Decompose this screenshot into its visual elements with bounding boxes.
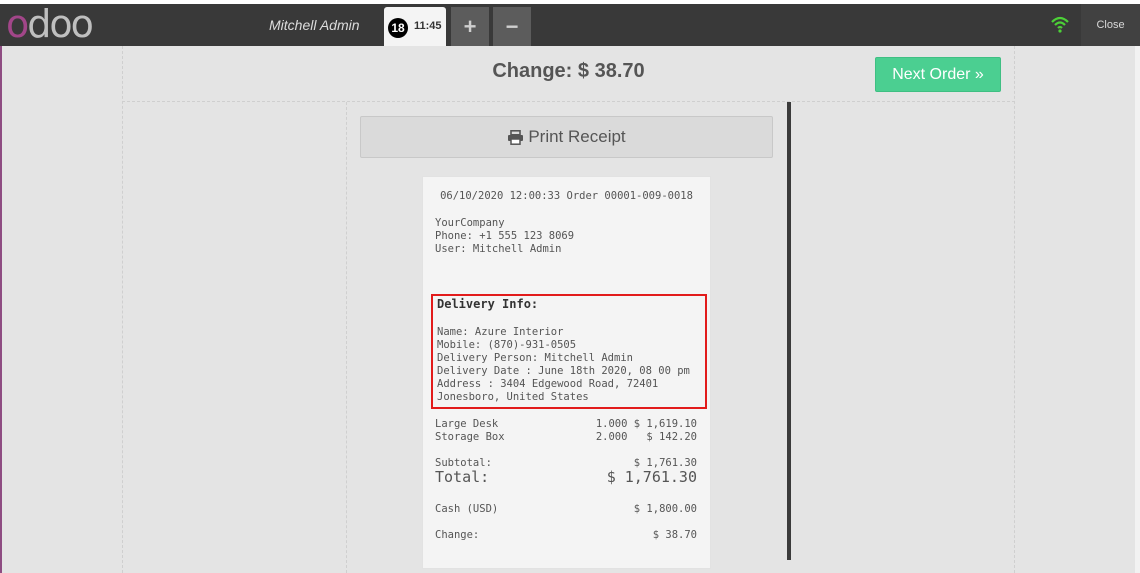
delivery-person: Delivery Person: Mitchell Admin	[437, 352, 633, 364]
receipt-line-qty-price: 2.000 $ 142.20	[595, 431, 697, 443]
scrollbar[interactable]	[787, 102, 791, 560]
receipt-line-qty-price: 1.000 $ 1,619.10	[595, 418, 697, 430]
delivery-info-box: Delivery Info: Name: Azure Interior Mobi…	[431, 294, 707, 409]
cashier-name[interactable]: Mitchell Admin	[269, 4, 360, 46]
change-value: $ 38.70	[652, 529, 697, 541]
change-label: Change:	[435, 529, 480, 541]
right-edge	[1135, 46, 1140, 573]
pos-navbar: odoo Mitchell Admin 18 11:45 + − Close	[0, 4, 1140, 46]
delivery-customer-name: Name: Azure Interior	[437, 326, 564, 338]
order-tab[interactable]: 18 11:45	[384, 7, 446, 46]
add-order-button[interactable]: +	[451, 7, 489, 46]
receipt-line-name: Storage Box	[435, 431, 505, 443]
delivery-mobile: Mobile: (870)-931-0505	[437, 339, 577, 351]
logo-rest: doo	[27, 2, 94, 46]
delivery-date: Delivery Date : June 18th 2020, 08 00 pm	[437, 365, 690, 377]
receipt-header-line: 06/10/2020 12:00:33 Order 00001-009-0018	[440, 190, 693, 202]
remove-order-button[interactable]: −	[493, 7, 531, 46]
receipt-line-name: Large Desk	[435, 418, 499, 430]
print-receipt-button[interactable]: Print Receipt	[360, 116, 773, 158]
payment-amount: $ 1,800.00	[633, 503, 697, 515]
next-order-button[interactable]: Next Order »	[875, 57, 1001, 92]
payment-method: Cash (USD)	[435, 503, 499, 515]
total-label: Total:	[435, 468, 490, 486]
printer-icon	[508, 130, 524, 145]
logo-o: o	[6, 2, 29, 46]
left-edge	[0, 46, 2, 573]
receipt-user: User: Mitchell Admin	[435, 243, 562, 255]
company-name: YourCompany	[435, 217, 505, 229]
odoo-logo: odoo	[6, 2, 94, 46]
print-receipt-label: Print Receipt	[528, 127, 626, 146]
pos-receipt: 06/10/2020 12:00:33 Order 00001-009-0018…	[422, 176, 711, 569]
company-phone: Phone: +1 555 123 8069	[435, 230, 575, 242]
wifi-icon[interactable]	[1050, 14, 1070, 34]
close-button[interactable]: Close	[1081, 4, 1140, 46]
delivery-info-title: Delivery Info:	[437, 297, 539, 311]
total-value: $ 1,761.30	[606, 468, 697, 486]
order-time: 11:45	[414, 20, 442, 32]
delivery-address-line1: Address : 3404 Edgewood Road, 72401	[437, 378, 659, 390]
delivery-address-line2: Jonesboro, United States	[437, 391, 589, 403]
order-number-badge: 18	[388, 18, 408, 38]
